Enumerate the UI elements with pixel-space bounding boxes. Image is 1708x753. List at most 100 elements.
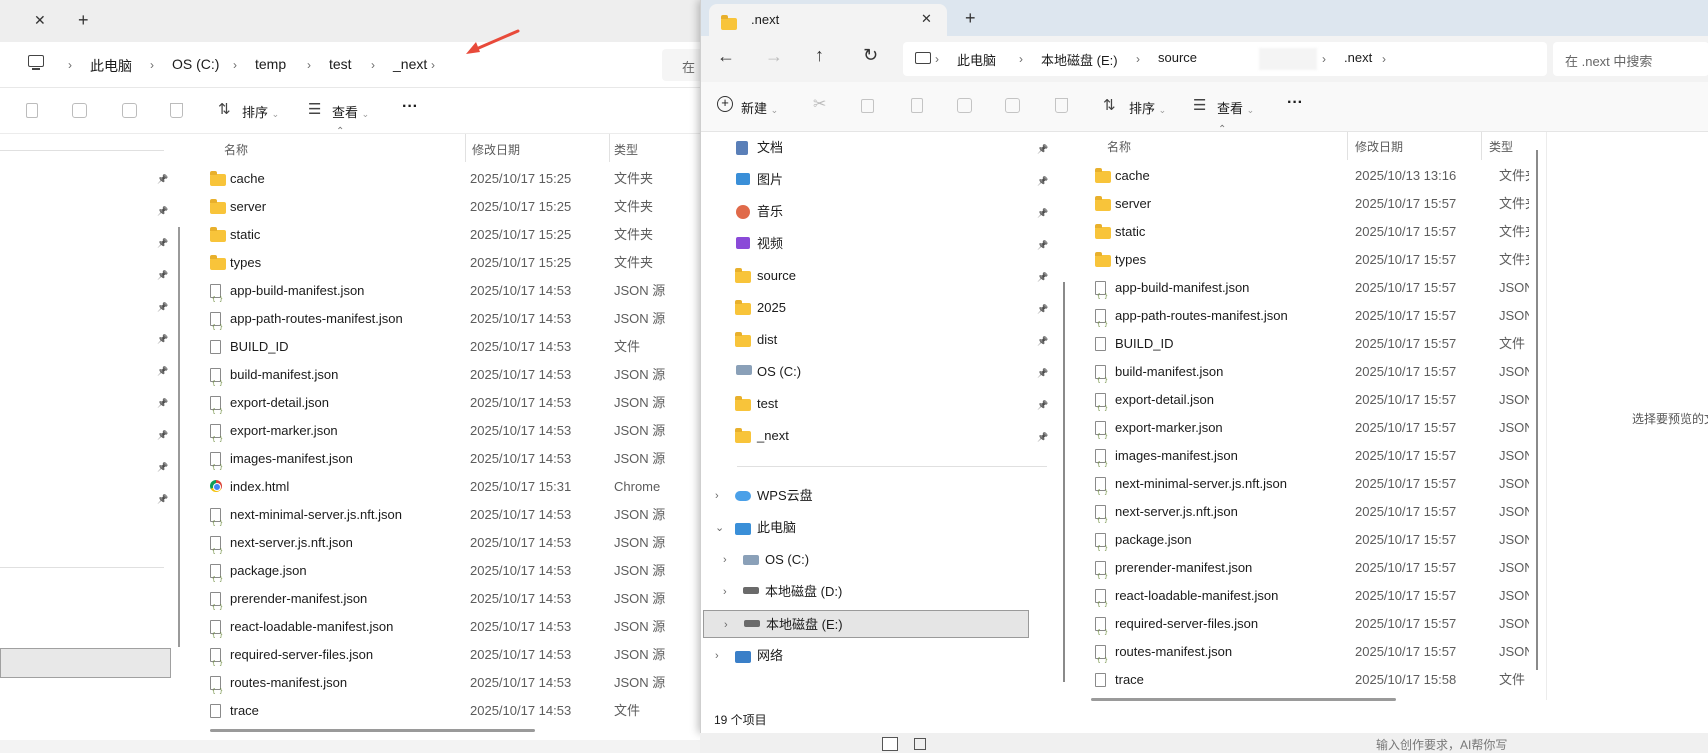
search-input[interactable]: 在 .next 中搜索 [1553,42,1708,76]
column-header-date[interactable]: 修改日期 [472,141,520,158]
table-row[interactable]: server 2025/10/17 15:25 文件夹 [210,194,672,220]
table-row[interactable]: app-build-manifest.json 2025/10/17 14:53 J… [210,278,672,313]
table-row[interactable]: server 2025/10/17 15:57 文件夹 [1095,191,1529,217]
view-button[interactable]: 查看 ⌄ [332,102,369,121]
breadcrumb-item[interactable]: .next [1344,50,1372,65]
quick-access-item[interactable]: test 📌 [701,390,1051,418]
table-row[interactable]: export-marker.json 2025/10/17 14:53 JSON 源 [210,418,672,453]
nav-selected-row[interactable] [0,648,171,678]
table-row[interactable]: next-server.js.nft.json 2025/10/17 15:57 J… [1095,499,1529,534]
left-new-tab-button[interactable]: + [78,10,89,31]
list-view-icon[interactable] [882,737,898,751]
column-header-type[interactable]: 类型 [614,141,638,158]
column-header-date[interactable]: 修改日期 [1355,138,1403,155]
column-header-type[interactable]: 类型 [1489,138,1513,155]
breadcrumb-item[interactable]: OS (C:) [172,56,219,72]
table-row[interactable]: next-minimal-server.js.nft.json 2025/10/1… [1095,471,1529,506]
chevron-right-icon[interactable]: › [723,578,727,606]
left-address-bar[interactable]: › 此电脑 › OS (C:) › temp › test › _next › 在 [0,42,722,88]
tree-item[interactable]: ⌄ 此电脑 [703,514,1029,542]
new-tab-button[interactable]: + [965,8,976,29]
quick-access-item[interactable]: 音乐 📌 [701,198,1051,226]
table-row[interactable]: build-manifest.json 2025/10/17 15:57 JSON [1095,359,1529,394]
table-row[interactable]: package.json 2025/10/17 14:53 JSON 源 [210,558,672,593]
table-row[interactable]: prerender-manifest.json 2025/10/17 15:57 J… [1095,555,1529,590]
table-row[interactable]: build-manifest.json 2025/10/17 14:53 JSON … [210,362,672,397]
tree-item[interactable]: › OS (C:) [703,546,1029,574]
chevron-right-icon[interactable]: › [724,611,728,639]
file-list-vertical-scrollbar[interactable] [1536,150,1538,670]
active-tab[interactable]: .next ✕ [709,4,947,36]
tree-item[interactable]: › 本地磁盘 (E:) [703,610,1029,638]
breadcrumb-item[interactable]: temp [255,56,286,72]
share-icon[interactable] [1005,98,1020,113]
sort-button[interactable]: 排序 ⌄ [1129,98,1166,117]
table-row[interactable]: app-path-routes-manifest.json 2025/10/17 … [210,306,672,341]
refresh-icon[interactable]: ↻ [863,45,878,66]
breadcrumb-item[interactable]: _next [393,56,427,72]
table-row[interactable]: static 2025/10/17 15:57 文件夹 [1095,219,1529,245]
sort-button[interactable]: 排序 ⌄ [242,102,279,121]
left-horizontal-scrollbar[interactable] [210,729,535,732]
table-row[interactable]: index.html 2025/10/17 15:31 Chrome [210,474,672,500]
table-row[interactable]: app-path-routes-manifest.json 2025/10/17 … [1095,303,1529,338]
paste-icon[interactable] [26,103,38,118]
left-tab-close-button[interactable]: ✕ [34,12,46,29]
address-bar[interactable]: › 此电脑 › 本地磁盘 (E:) › source › .next › [903,42,1547,76]
new-button[interactable]: 新建 ⌄ [741,98,778,117]
forward-icon[interactable]: → [765,46,783,67]
chevron-right-icon[interactable]: › [715,482,719,510]
table-row[interactable]: export-detail.json 2025/10/17 14:53 JSON 源 [210,390,672,425]
cut-icon[interactable]: ✂ [813,94,826,114]
table-row[interactable]: routes-manifest.json 2025/10/17 15:57 JSON [1095,639,1529,674]
table-row[interactable]: required-server-files.json 2025/10/17 15:… [1095,611,1529,646]
file-list-horizontal-scrollbar[interactable] [1091,698,1396,701]
breadcrumb-item[interactable]: test [329,56,352,72]
breadcrumb-item[interactable]: 本地磁盘 (E:) [1041,50,1118,69]
tab-close-button[interactable]: ✕ [921,11,932,27]
nav-scrollbar[interactable] [178,227,180,647]
tree-item[interactable]: › 本地磁盘 (D:) [703,578,1029,606]
table-row[interactable]: cache 2025/10/13 13:16 文件夹 [1095,163,1529,189]
column-header-name[interactable]: 名称 [1107,138,1131,155]
more-button[interactable]: ··· [1287,94,1303,112]
quick-access-item[interactable]: 视频 📌 [701,230,1051,258]
chevron-down-icon[interactable]: ⌄ [715,514,724,542]
share-icon[interactable] [122,103,137,118]
tree-item[interactable]: › 网络 [703,642,1029,670]
table-row[interactable]: static 2025/10/17 15:25 文件夹 [210,222,672,248]
paste-icon[interactable] [911,98,923,113]
copy-icon[interactable] [861,99,874,113]
table-row[interactable]: trace 2025/10/17 15:58 文件 [1095,667,1529,693]
view-button[interactable]: 查看 ⌄ [1217,98,1254,117]
more-button[interactable]: ··· [402,98,418,116]
table-row[interactable]: required-server-files.json 2025/10/17 14:… [210,642,672,677]
column-header-name[interactable]: 名称 [224,141,248,158]
table-row[interactable]: react-loadable-manifest.json 2025/10/17 1… [210,614,672,649]
breadcrumb-item[interactable]: 此电脑 [90,56,132,76]
back-icon[interactable]: ← [717,46,735,67]
table-row[interactable]: next-minimal-server.js.nft.json 2025/10/1… [210,502,672,537]
up-icon[interactable]: ↑ [815,45,824,66]
grid-view-icon[interactable] [914,738,926,750]
table-row[interactable]: package.json 2025/10/17 15:57 JSON [1095,527,1529,562]
chevron-right-icon[interactable]: › [715,642,719,670]
table-row[interactable]: export-detail.json 2025/10/17 15:57 JSON [1095,387,1529,422]
breadcrumb-item[interactable]: 此电脑 [957,50,996,69]
table-row[interactable]: next-server.js.nft.json 2025/10/17 14:53 J… [210,530,672,565]
rename-icon[interactable] [72,103,87,118]
table-row[interactable]: routes-manifest.json 2025/10/17 14:53 JSON… [210,670,672,705]
tree-item[interactable]: › WPS云盘 [703,482,1029,510]
table-row[interactable]: react-loadable-manifest.json 2025/10/17 1… [1095,583,1529,618]
table-row[interactable]: types 2025/10/17 15:25 文件夹 [210,250,672,276]
table-row[interactable]: prerender-manifest.json 2025/10/17 14:53 J… [210,586,672,621]
quick-access-item[interactable]: 文档 📌 [701,134,1051,162]
table-row[interactable]: types 2025/10/17 15:57 文件夹 [1095,247,1529,273]
chevron-right-icon[interactable]: › [723,546,727,574]
delete-icon[interactable] [1055,98,1068,113]
quick-access-item[interactable]: source 📌 [701,262,1051,290]
table-row[interactable]: BUILD_ID 2025/10/17 14:53 文件 [210,334,672,360]
quick-access-item[interactable]: dist 📌 [701,326,1051,354]
quick-access-item[interactable]: 2025 📌 [701,294,1051,322]
delete-icon[interactable] [170,103,183,118]
